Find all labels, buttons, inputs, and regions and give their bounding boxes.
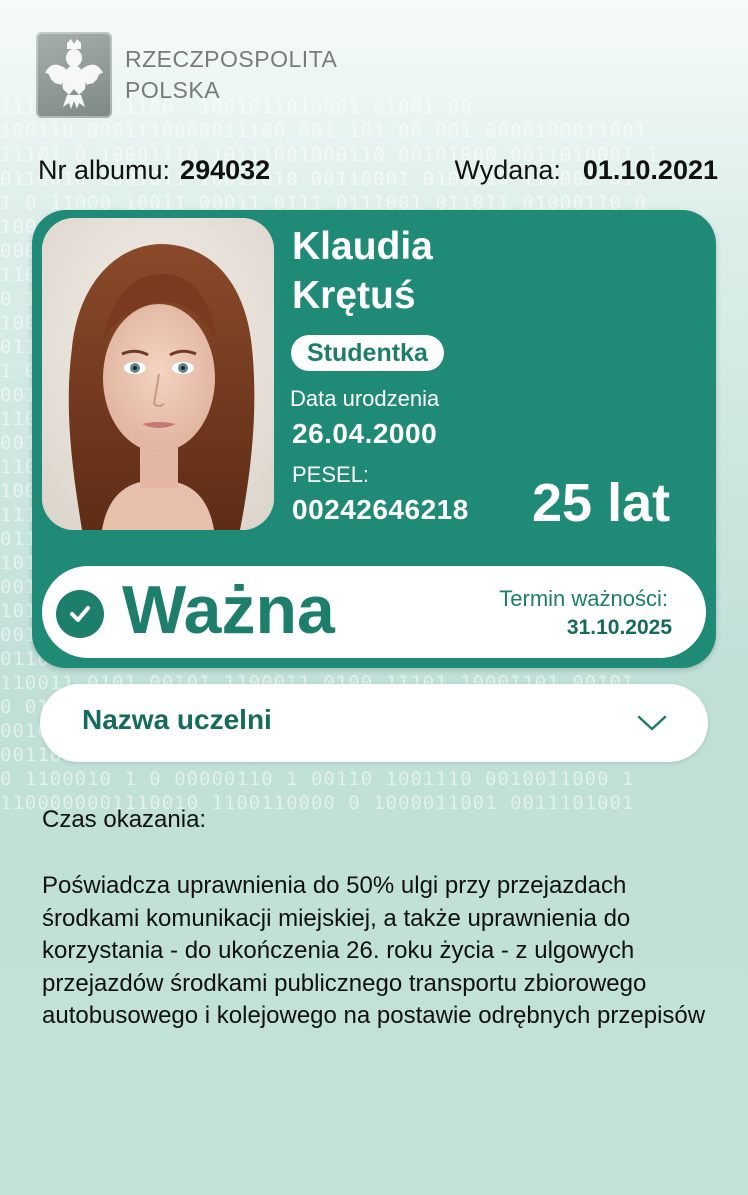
entitlement-description: Poświadcza uprawnienia do 50% ulgi przy …	[42, 872, 706, 1029]
country-name: RZECZPOSPOLITA POLSKA	[125, 44, 337, 106]
validity-status: Ważna Termin ważności: 31.10.2025	[42, 566, 706, 658]
university-label: Nazwa uczelni	[82, 704, 272, 735]
country-line-2: POLSKA	[125, 77, 221, 103]
valid-until-date: 31.10.2025	[566, 616, 672, 639]
header: RZECZPOSPOLITA POLSKA	[36, 32, 337, 118]
status-text: Ważna	[122, 572, 335, 648]
issued-date: 01.10.2021	[582, 155, 718, 185]
check-circle-icon	[56, 590, 104, 638]
university-dropdown[interactable]: Nazwa uczelni	[40, 684, 708, 762]
role-badge: Studentka	[291, 335, 444, 371]
student-photo	[42, 218, 274, 530]
shown-time-label: Czas okazania:	[42, 806, 207, 833]
student-first-name: Klaudia	[292, 225, 433, 268]
chevron-down-icon[interactable]	[636, 714, 668, 737]
album-info: Nr albumu: 294032	[38, 155, 270, 186]
pesel-label: PESEL:	[292, 462, 370, 487]
album-label: Nr albumu:	[38, 155, 171, 185]
issued-label: Wydana:	[454, 155, 561, 185]
polish-eagle-emblem-icon	[36, 32, 112, 118]
info-row: Nr albumu: 294032 Wydana: 01.10.2021	[38, 155, 718, 191]
country-line-1: RZECZPOSPOLITA	[125, 46, 338, 72]
pesel-value: 00242646218	[292, 494, 469, 525]
birth-date-value: 26.04.2000	[292, 418, 438, 449]
student-id-card: Klaudia Krętuś Studentka Data urodzenia …	[32, 210, 716, 668]
album-number: 294032	[180, 155, 271, 185]
valid-until-label: Termin ważności:	[499, 586, 668, 611]
student-name: Klaudia Krętuś	[292, 222, 433, 320]
student-last-name: Krętuś	[292, 274, 416, 317]
birth-date-label: Data urodzenia	[290, 386, 440, 411]
age-value: 25 lat	[532, 473, 671, 533]
issued-info: Wydana: 01.10.2021	[455, 155, 718, 186]
